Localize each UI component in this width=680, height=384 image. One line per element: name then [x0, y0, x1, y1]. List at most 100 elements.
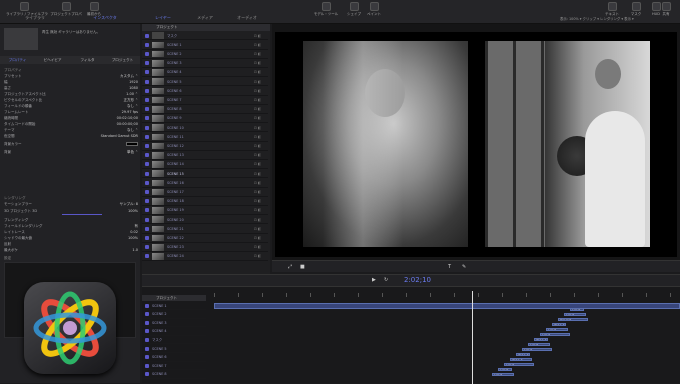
prop-start-timecode[interactable]: タイムコードの開始 00:00:00;00 — [4, 122, 138, 127]
timeline-track-row[interactable]: SCENE 6 — [142, 354, 206, 362]
layer-visibility-checkbox[interactable] — [145, 33, 149, 38]
lock-icon[interactable]: ⊡ ◧ — [254, 254, 268, 258]
render-3d-slider[interactable] — [62, 214, 102, 215]
track-visibility-checkbox[interactable] — [145, 337, 149, 342]
layer-row[interactable]: SCENE 17 ⊡ ◧ — [142, 188, 268, 197]
render-field[interactable]: フィールドレンダリング有 — [4, 224, 138, 229]
viewer-options[interactable]: 表示: 100% ▾ クリップ ▾ レンダリング ▾ 表示 ▾ — [560, 16, 634, 21]
tab-layers[interactable]: レイヤー — [142, 14, 184, 22]
lock-icon[interactable]: ⊡ ◧ — [254, 61, 268, 65]
timeline-track-row[interactable]: マスク — [142, 336, 206, 345]
timeline-clip[interactable]: ソース — [498, 368, 512, 372]
timeline-clip[interactable]: ソース — [528, 343, 550, 347]
lock-icon[interactable]: ⊡ ◧ — [254, 98, 268, 102]
layer-visibility-checkbox[interactable] — [145, 42, 149, 47]
layer-row[interactable]: SCENE 10 ⊡ ◧ — [142, 124, 268, 133]
timeline-clip[interactable]: ソース — [540, 333, 570, 337]
lock-icon[interactable]: ⊡ ◧ — [254, 144, 268, 148]
lock-icon[interactable]: ⊡ ◧ — [254, 172, 268, 176]
transform-tool-icon[interactable]: ⤢ — [288, 264, 292, 270]
track-visibility-checkbox[interactable] — [145, 312, 149, 317]
layer-row[interactable]: SCENE 15 ⊡ ◧ — [142, 170, 268, 179]
lock-icon[interactable]: ⊡ ◧ — [254, 236, 268, 240]
play-button[interactable]: ▶ — [372, 277, 376, 283]
track-visibility-checkbox[interactable] — [145, 363, 149, 368]
render-bokeh[interactable]: 最大ボケ 1.0 — [4, 248, 138, 253]
timeline-ruler[interactable] — [214, 293, 680, 297]
timeline-track-row[interactable]: SCENE 1 — [142, 302, 206, 310]
layer-visibility-checkbox[interactable] — [145, 70, 149, 75]
layer-visibility-checkbox[interactable] — [145, 162, 149, 167]
prop-preset[interactable]: プリセット カスタム ⌃ — [4, 74, 138, 79]
render-motion-blur[interactable]: モーションブラー サンプル: 8 — [4, 202, 138, 207]
timeline-clip[interactable]: ソース — [570, 308, 584, 312]
layer-visibility-checkbox[interactable] — [145, 208, 149, 213]
layer-row[interactable]: SCENE 6 ⊡ ◧ — [142, 87, 268, 96]
layer-row[interactable]: SCENE 16 ⊡ ◧ — [142, 179, 268, 188]
prop-width[interactable]: 幅 1920 — [4, 80, 138, 85]
tab-audio[interactable]: オーディオ — [226, 14, 268, 22]
layer-visibility-checkbox[interactable] — [145, 226, 149, 231]
layer-visibility-checkbox[interactable] — [145, 180, 149, 185]
lock-icon[interactable]: ⊡ ◧ — [254, 70, 268, 74]
track-visibility-checkbox[interactable] — [145, 320, 149, 325]
render-shadow[interactable]: シャドウの最大値 100% — [4, 236, 138, 241]
layer-row[interactable]: SCENE 20 ⊡ ◧ — [142, 216, 268, 225]
render-blending[interactable]: ブレンディング — [4, 218, 138, 223]
layer-row[interactable]: マスク ⊡ ◧ — [142, 32, 268, 41]
layer-row[interactable]: SCENE 12 ⊡ ◧ — [142, 142, 268, 151]
loop-icon[interactable]: ↻ — [384, 277, 388, 283]
layer-visibility-checkbox[interactable] — [145, 88, 149, 93]
lock-icon[interactable]: ⊡ ◧ — [254, 218, 268, 222]
timeline-track-row[interactable]: SCENE 3 — [142, 319, 206, 328]
prop-aspect[interactable]: プロジェクトアスペクト比 1.00 ⌃ — [4, 92, 138, 97]
timeline-clip[interactable]: タイトルレイヤー — [552, 323, 566, 327]
playhead[interactable] — [472, 291, 473, 384]
layer-row[interactable]: SCENE 18 ⊡ ◧ — [142, 198, 268, 206]
tab-library[interactable]: ライブラリ — [0, 14, 70, 22]
layer-visibility-checkbox[interactable] — [145, 52, 149, 57]
timeline-clip[interactable]: タイトルレイヤー — [516, 353, 530, 357]
bg-color-swatch[interactable] — [126, 142, 138, 146]
layer-visibility-checkbox[interactable] — [145, 144, 149, 149]
timeline-track-row[interactable]: SCENE 5 — [142, 345, 206, 353]
layer-row[interactable]: SCENE 7 ⊡ ◧ — [142, 96, 268, 105]
tab-filters[interactable]: フィルタ — [70, 56, 105, 64]
layer-visibility-checkbox[interactable] — [145, 134, 149, 139]
layer-visibility-checkbox[interactable] — [145, 171, 149, 176]
layer-row[interactable]: SCENE 8 ⊡ ◧ — [142, 106, 268, 114]
timeline-clip[interactable]: タイトルレイヤー — [534, 338, 548, 342]
timeline-clip[interactable]: ソース — [492, 373, 514, 377]
layer-visibility-checkbox[interactable] — [145, 217, 149, 222]
lock-icon[interactable]: ⊡ ◧ — [254, 199, 268, 203]
timeline-track-row[interactable]: SCENE 7 — [142, 362, 206, 371]
layer-visibility-checkbox[interactable] — [145, 254, 149, 259]
lock-icon[interactable]: ⊡ ◧ — [254, 162, 268, 166]
lock-icon[interactable]: ⊡ ◧ — [254, 227, 268, 231]
timeline-track-row[interactable]: SCENE 2 — [142, 311, 206, 319]
timeline-track-row[interactable]: SCENE 8 — [142, 371, 206, 379]
layer-row[interactable]: SCENE 21 ⊡ ◧ — [142, 225, 268, 234]
lock-icon[interactable]: ⊡ ◧ — [254, 34, 268, 38]
layer-visibility-checkbox[interactable] — [145, 61, 149, 66]
text-tool-icon[interactable]: T — [448, 264, 451, 270]
tab-inspector[interactable]: インスペクタ — [70, 14, 140, 22]
prop-background[interactable]: 背景 単色 ⌃ — [4, 150, 138, 155]
layer-row[interactable]: SCENE 22 ⊡ ◧ — [142, 234, 268, 243]
layer-row[interactable]: SCENE 19 ⊡ ◧ — [142, 207, 268, 216]
shape-tool-icon[interactable]: ■ — [300, 264, 305, 270]
track-visibility-checkbox[interactable] — [145, 329, 149, 334]
lock-icon[interactable]: ⊡ ◧ — [254, 190, 268, 194]
layer-row[interactable]: SCENE 23 ⊡ ◧ — [142, 244, 268, 252]
layer-row[interactable]: SCENE 9 ⊡ ◧ — [142, 115, 268, 124]
prop-pixel-aspect[interactable]: ピクセルのアスペクト比 正方形 ⌃ — [4, 98, 138, 103]
share-button[interactable]: 共有 — [656, 2, 676, 17]
lock-icon[interactable]: ⊡ ◧ — [254, 245, 268, 249]
timeline-clip[interactable]: ソース — [564, 313, 586, 317]
layer-row[interactable]: SCENE 4 ⊡ ◧ — [142, 69, 268, 78]
layer-visibility-checkbox[interactable] — [145, 107, 149, 112]
lock-icon[interactable]: ⊡ ◧ — [254, 181, 268, 185]
prop-height[interactable]: 高さ 1080 — [4, 86, 138, 91]
layer-row[interactable]: SCENE 24 ⊡ ◧ — [142, 253, 268, 262]
layer-visibility-checkbox[interactable] — [145, 236, 149, 241]
